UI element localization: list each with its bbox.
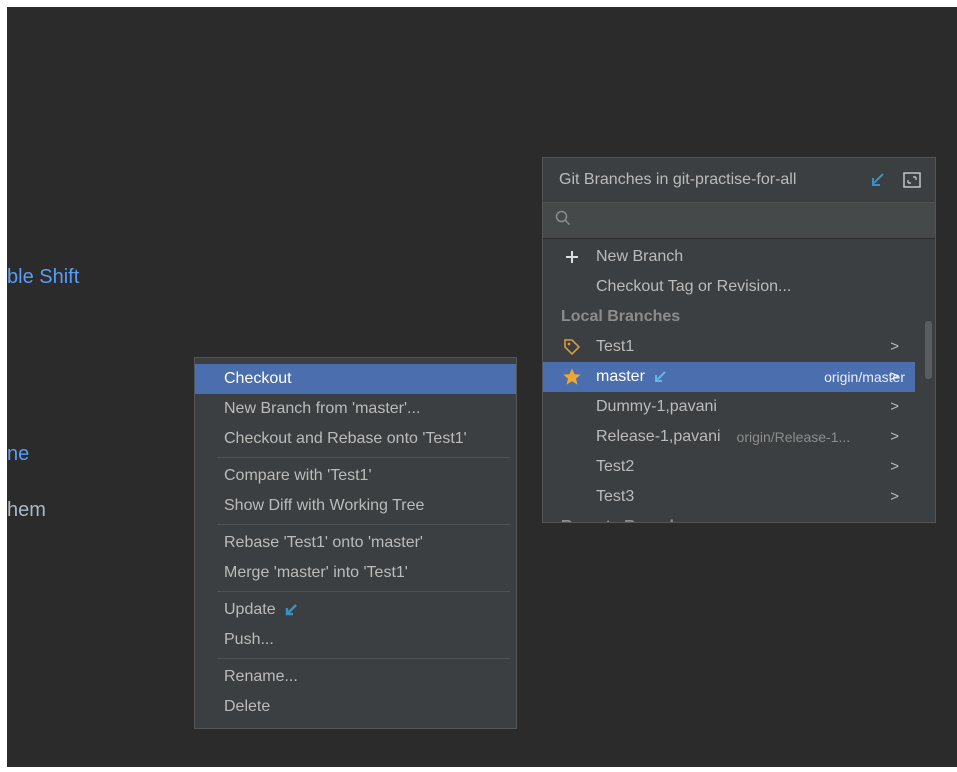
menu-item-update[interactable]: Update: [195, 595, 516, 625]
chevron-right-icon: >: [890, 338, 899, 355]
branch-name: Test3: [596, 488, 635, 505]
remote-branches-header: Remote Branches: [543, 512, 935, 522]
chevron-right-icon: >: [890, 398, 899, 415]
menu-item-checkout[interactable]: Checkout: [195, 364, 516, 394]
tag-icon: [557, 338, 587, 356]
menu-item-label: Update: [224, 601, 276, 618]
branch-context-menu: Checkout New Branch from 'master'... Che…: [194, 357, 517, 729]
menu-separator: [217, 524, 510, 525]
checkout-tag-action[interactable]: Checkout Tag or Revision...: [543, 272, 915, 302]
branch-row-test1[interactable]: Test1 >: [543, 332, 915, 362]
git-branches-popup: Git Branches in git-practise-for-all New…: [542, 157, 936, 523]
action-label: New Branch: [596, 248, 684, 265]
menu-item-new-branch-from[interactable]: New Branch from 'master'...: [195, 394, 516, 424]
editor-hint-2: ne: [7, 443, 30, 465]
new-branch-action[interactable]: New Branch: [543, 242, 915, 272]
branch-name: master: [596, 368, 645, 385]
menu-item-push[interactable]: Push...: [195, 625, 516, 655]
menu-item-checkout-and-rebase[interactable]: Checkout and Rebase onto 'Test1': [195, 424, 516, 454]
menu-item-merge[interactable]: Merge 'master' into 'Test1': [195, 558, 516, 588]
menu-separator: [217, 591, 510, 592]
menu-item-show-diff[interactable]: Show Diff with Working Tree: [195, 491, 516, 521]
fetch-icon[interactable]: [867, 169, 889, 191]
chevron-right-icon: >: [890, 488, 899, 505]
branch-name: Test1: [596, 338, 635, 355]
branch-row-test2[interactable]: Test2 >: [543, 452, 915, 482]
menu-separator: [217, 457, 510, 458]
branch-name: Dummy-1,pavani: [596, 398, 717, 415]
editor-hint-3: hem: [7, 499, 46, 521]
branch-row-test3[interactable]: Test3 >: [543, 482, 915, 512]
incoming-arrow-icon: [653, 370, 667, 384]
branch-search-input[interactable]: [577, 211, 935, 230]
search-icon: [555, 210, 571, 231]
branch-name: Test2: [596, 458, 635, 475]
star-icon: [557, 367, 587, 387]
chevron-right-icon: >: [890, 428, 899, 445]
menu-item-delete[interactable]: Delete: [195, 692, 516, 722]
branch-row-dummy-1[interactable]: Dummy-1,pavani >: [543, 392, 915, 422]
chevron-right-icon: >: [890, 368, 899, 385]
branch-search-row: [543, 203, 935, 239]
incoming-arrow-icon: [284, 603, 298, 617]
popup-title: Git Branches in git-practise-for-all: [559, 171, 797, 188]
plus-icon: [557, 250, 587, 264]
menu-separator: [217, 658, 510, 659]
editor-hint-1: ble Shift: [7, 266, 80, 288]
branch-list-scrollbar[interactable]: [925, 321, 932, 379]
popup-header: Git Branches in git-practise-for-all: [543, 158, 935, 203]
menu-item-compare-with[interactable]: Compare with 'Test1': [195, 461, 516, 491]
expand-icon[interactable]: [901, 169, 923, 191]
local-branches-header: Local Branches: [561, 308, 681, 325]
branch-row-master[interactable]: master origin/master >: [543, 362, 915, 392]
tracking-branch: origin/Release-1...: [736, 429, 851, 445]
action-label: Checkout Tag or Revision...: [596, 278, 792, 295]
menu-item-rebase[interactable]: Rebase 'Test1' onto 'master': [195, 528, 516, 558]
branch-name: Release-1,pavani: [596, 428, 721, 445]
chevron-right-icon: >: [890, 458, 899, 475]
menu-item-rename[interactable]: Rename...: [195, 662, 516, 692]
branch-row-release-1[interactable]: Release-1,pavani origin/Release-1... >: [543, 422, 915, 452]
branch-list: New Branch Checkout Tag or Revision... L…: [543, 239, 935, 522]
